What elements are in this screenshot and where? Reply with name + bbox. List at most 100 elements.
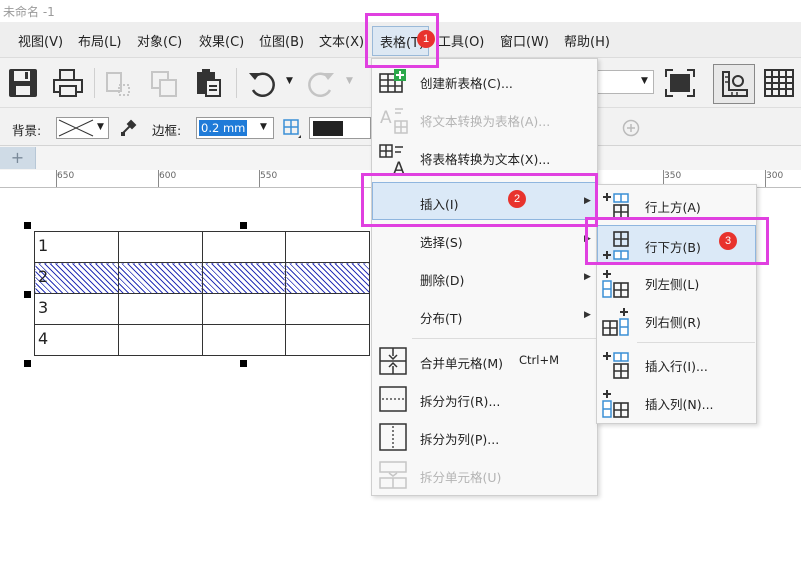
table-menu: 创建新表格(C)... A 将文本转换为表格(A)... A 将表格转换为文本(… [371,58,598,496]
ruler-label: 650 [57,171,75,181]
chevron-down-icon[interactable]: ▼ [641,76,648,86]
menu-item-distribute[interactable]: 分布(T) ▶ [372,297,597,335]
table-cell[interactable] [285,324,370,356]
chevron-down-icon: ▼ [260,122,267,132]
menu-help[interactable]: 帮助(H) [564,31,610,50]
table-cell[interactable] [201,231,287,263]
document-table[interactable]: 1 2 3 4 [34,231,370,356]
step-highlight-box [361,173,598,227]
create-table-icon [379,69,406,93]
add-icon[interactable] [622,119,640,137]
background-color-picker[interactable]: ▼ [56,117,109,139]
toolbar-divider [236,68,237,98]
table-row[interactable]: 3 [34,293,370,325]
menu-item-insert-columns[interactable]: 插入列(N)... [597,383,756,421]
menu-bitmap[interactable]: 位图(B) [259,31,304,50]
table-cell[interactable]: 3 [34,293,119,325]
menu-object[interactable]: 对象(C) [137,31,182,50]
border-color-picker[interactable] [309,117,371,139]
menu-item-label: 拆分单元格(U) [420,470,502,485]
menu-item-split-columns[interactable]: 拆分为列(P)... [372,418,597,456]
menu-item-table-to-text[interactable]: A 将表格转换为文本(X)... [372,138,597,176]
step-highlight-box [585,217,769,265]
redo-dropdown-icon[interactable]: ▼ [346,76,353,86]
split-rows-icon [379,386,407,412]
undo-dropdown-icon[interactable]: ▼ [286,76,293,86]
ruler-icon [722,71,748,97]
table-cell[interactable] [117,324,203,356]
save-icon[interactable] [8,68,38,98]
chevron-down-icon: ▼ [97,122,104,132]
border-color-swatch [313,121,343,136]
menu-item-shortcut: Ctrl+M [519,353,560,367]
menu-item-label: 将表格转换为文本(X)... [420,152,551,167]
table-cell[interactable]: 1 [34,231,119,263]
merge-cells-icon [379,347,407,375]
table-cell[interactable] [117,231,203,263]
menu-item-label: 列左侧(L) [645,277,700,292]
border-width-select[interactable]: 0.2 mm ▼ [196,117,274,139]
redo-icon[interactable] [305,68,337,100]
table-row-selected[interactable]: 2 [34,262,370,294]
menu-item-delete[interactable]: 删除(D) ▶ [372,259,597,297]
selection-handle[interactable] [24,291,31,298]
table-cell[interactable] [285,293,370,325]
table-cell[interactable]: 2 [34,262,119,294]
submenu-arrow-icon: ▶ [584,272,591,282]
print-icon[interactable] [52,68,84,98]
border-label: 边框: [152,123,182,138]
table-row[interactable]: 4 [34,324,370,356]
menu-text[interactable]: 文本(X) [319,31,364,50]
menu-item-label: 将文本转换为表格(A)... [420,114,551,129]
paste-icon[interactable] [194,68,224,98]
step-badge: 2 [508,190,526,208]
border-sides-icon[interactable] [282,118,302,140]
menu-tools[interactable]: 工具(O) [438,31,484,50]
ruler-label: 600 [159,171,177,181]
split-columns-icon [379,423,407,451]
grid-icon[interactable] [763,68,795,98]
menu-window[interactable]: 窗口(W) [500,31,549,50]
menu-item-label: 合并单元格(M) [420,356,504,371]
selection-handle[interactable] [24,222,31,229]
selection-handle[interactable] [240,360,247,367]
menu-item-column-left[interactable]: 列左侧(L) [597,263,756,301]
menu-item-label: 创建新表格(C)... [420,76,513,91]
selection-handle[interactable] [240,222,247,229]
menu-item-column-right[interactable]: 列右侧(R) [597,301,756,339]
full-screen-icon[interactable] [664,68,696,98]
menu-item-merge-cells[interactable]: 合并单元格(M) Ctrl+M [372,342,597,380]
menu-item-split-cell: 拆分单元格(U) [372,456,597,494]
table-row[interactable]: 1 [34,231,370,263]
menu-view[interactable]: 视图(V) [18,31,63,50]
rulers-toggle-button[interactable] [713,64,755,104]
menu-item-text-to-table: A 将文本转换为表格(A)... [372,100,597,138]
menu-separator [412,338,596,339]
table-cell[interactable] [285,231,370,263]
table-cell[interactable] [117,262,203,294]
eyedropper-icon[interactable] [119,119,137,137]
table-cell[interactable] [285,262,370,294]
table-cell[interactable] [201,293,287,325]
cut-icon[interactable] [104,70,134,98]
table-cell[interactable]: 4 [34,324,119,356]
menu-layout[interactable]: 布局(L) [78,31,121,50]
menu-effects[interactable]: 效果(C) [199,31,244,50]
selection-handle[interactable] [24,360,31,367]
menu-item-label: 行上方(A) [645,200,701,215]
ruler-label: 550 [260,171,278,181]
svg-text:A: A [380,108,392,128]
menu-item-label: 列右侧(R) [645,315,701,330]
ruler-label: 300 [766,171,784,181]
insert-column-right-icon [602,308,629,336]
table-cell[interactable] [201,262,287,294]
undo-icon[interactable] [246,68,278,100]
background-label: 背景: [12,123,42,138]
new-tab-button[interactable]: + [0,147,36,169]
copy-icon[interactable] [150,70,180,98]
table-cell[interactable] [201,324,287,356]
table-cell[interactable] [117,293,203,325]
menu-item-insert-rows[interactable]: 插入行(I)... [597,345,756,383]
border-width-value: 0.2 mm [199,120,248,136]
menu-item-split-rows[interactable]: 拆分为行(R)... [372,380,597,418]
